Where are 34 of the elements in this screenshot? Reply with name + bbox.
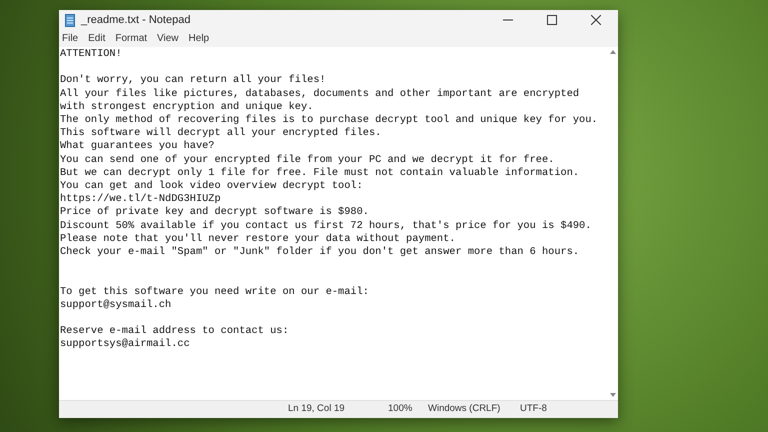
- text-line: supportsys@airmail.cc: [60, 338, 190, 352]
- text-line: Discount 50% available if you contact us first 72 hours, that's price for you is $490.: [60, 220, 592, 233]
- cursor-position: Ln 19, Col 19: [288, 402, 346, 416]
- text-line: What guarantees you have?: [60, 140, 214, 154]
- text-line: Don't worry, you can return all your files!: [60, 74, 326, 88]
- menu-item[interactable]: Edit: [88, 31, 106, 46]
- text-line: https://we.tl/t-NdDG3HIUZp: [60, 193, 221, 206]
- text-line: To get this software you need write on our e-mail:: [60, 286, 369, 299]
- text-line: ATTENTION!: [60, 48, 122, 62]
- menu-item[interactable]: Format: [115, 31, 148, 46]
- text-line: support@sysmail.ch: [60, 298, 172, 312]
- menu-item[interactable]: Help: [188, 31, 210, 46]
- text-line: All your files like pictures, databases, documents and other important are encrypted: [60, 88, 580, 101]
- menu-item[interactable]: File: [62, 31, 78, 46]
- text-line: The only method of recovering files is to purchase decrypt tool and unique key for you.: [60, 114, 598, 128]
- text-line: But we can decrypt only 1 file for free. File must not contain valuable information.: [60, 166, 580, 180]
- close-icon: [591, 15, 601, 25]
- notepad-icon: [65, 14, 75, 26]
- scroll-down-icon[interactable]: [610, 393, 616, 397]
- menu-item[interactable]: View: [157, 31, 179, 46]
- encoding: UTF-8: [520, 402, 547, 416]
- scroll-up-icon[interactable]: [610, 50, 616, 54]
- text-line: This software will decrypt all your encrypted files.: [60, 127, 382, 140]
- text-line: Please note that you'll never restore your data without payment.: [60, 232, 456, 246]
- zoom-level: 100%: [388, 402, 414, 416]
- line-ending: Windows (CRLF): [428, 402, 502, 416]
- text-line: Price of private key and decrypt software is $980.: [60, 206, 369, 220]
- maximize-icon: [547, 15, 557, 25]
- text-line: Reserve e-mail address to contact us:: [60, 325, 289, 338]
- text-line: You can send one of your encrypted file from your PC and we decrypt it for free.: [60, 154, 554, 167]
- window-title: _readme.txt - Notepad: [81, 12, 190, 28]
- text-line: with strongest encryption and unique key.: [60, 100, 314, 114]
- text-line: You can get and look video overview decrypt tool:: [60, 180, 363, 194]
- text-line: Check your e-mail "Spam" or "Junk" folder if you don't get answer more than 6 hours.: [60, 246, 580, 260]
